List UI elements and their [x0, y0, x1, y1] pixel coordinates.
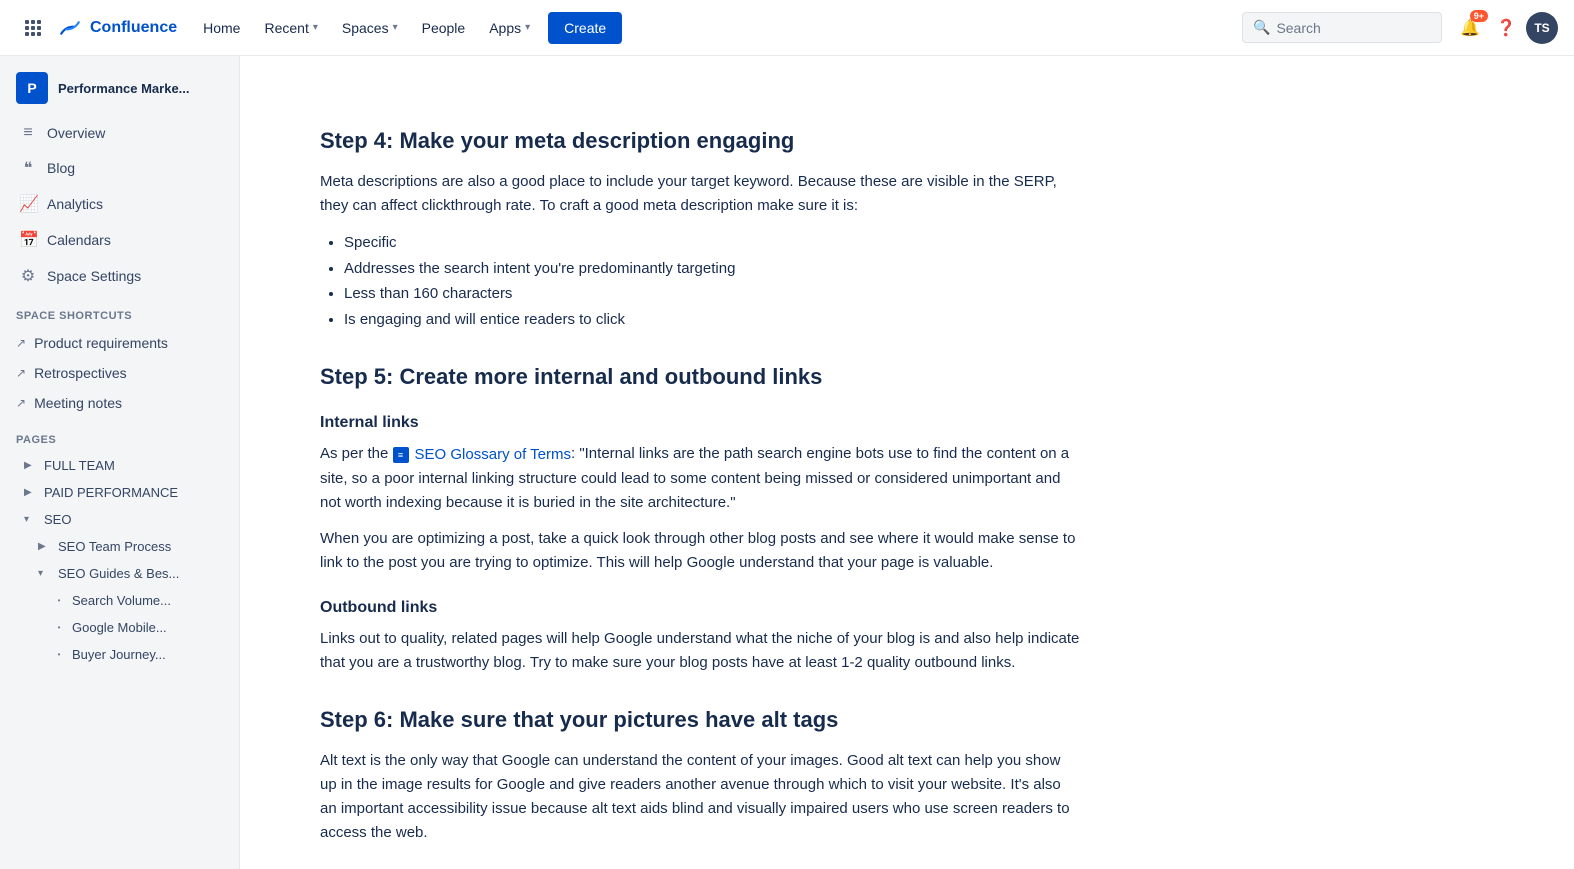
search-box[interactable]: 🔍 Search — [1242, 12, 1442, 43]
list-item: Addresses the search intent you're predo… — [344, 256, 1080, 282]
space-name: Performance Marke... — [58, 81, 190, 96]
calendars-icon: 📅 — [19, 230, 37, 250]
page-seo-guides[interactable]: ▾ SEO Guides & Bes... — [0, 560, 239, 587]
notification-badge: 9+ — [1470, 10, 1488, 22]
page-search-volume[interactable]: • Search Volume... — [0, 587, 239, 614]
seo-chevron: ▾ — [24, 514, 38, 525]
settings-icon: ⚙ — [19, 266, 37, 286]
seo-team-process-chevron: ▶ — [38, 541, 52, 552]
shortcut-meeting-notes[interactable]: ↗ Meeting notes — [0, 388, 239, 418]
apps-chevron: ▾ — [525, 22, 530, 33]
list-item: Is engaging and will entice readers to c… — [344, 307, 1080, 333]
page-seo[interactable]: ▾ SEO — [0, 506, 239, 533]
search-icon: 🔍 — [1253, 19, 1270, 36]
seo-glossary-link[interactable]: ≡ SEO Glossary of Terms — [393, 443, 571, 467]
confluence-logo[interactable]: Confluence — [56, 14, 177, 42]
pages-section-label: PAGES — [0, 418, 239, 452]
page-seo-team-process[interactable]: ▶ SEO Team Process — [0, 533, 239, 560]
outbound-links-body: Links out to quality, related pages will… — [320, 627, 1080, 675]
notification-button[interactable]: 🔔 9+ — [1454, 12, 1486, 44]
shortcuts-section-label: SPACE SHORTCUTS — [0, 294, 239, 328]
seo-guides-chevron: ▾ — [38, 568, 52, 579]
step4-heading: Step 4: Make your meta description engag… — [320, 128, 1080, 154]
step6-heading: Step 6: Make sure that your pictures hav… — [320, 707, 1080, 733]
external-link-icon-1: ↗ — [16, 336, 26, 350]
analytics-icon: 📈 — [19, 194, 37, 214]
topnav: Confluence Home Recent ▾ Spaces ▾ People… — [0, 0, 1574, 56]
create-button[interactable]: Create — [548, 12, 622, 44]
shortcut-retrospectives[interactable]: ↗ Retrospectives — [0, 358, 239, 388]
bullet-1: • — [52, 596, 66, 605]
overview-icon: ≡ — [19, 124, 37, 142]
step4-list: Specific Addresses the search intent you… — [344, 230, 1080, 332]
space-header[interactable]: P Performance Marke... — [0, 56, 239, 116]
help-button[interactable]: ❓ — [1490, 12, 1522, 44]
sidebar-item-blog[interactable]: ❝ Blog — [0, 150, 239, 186]
nav-home[interactable]: Home — [193, 14, 250, 42]
sidebar-item-overview[interactable]: ≡ Overview — [0, 116, 239, 150]
sidebar-item-calendars[interactable]: 📅 Calendars — [0, 222, 239, 258]
list-item: Less than 160 characters — [344, 281, 1080, 307]
page-full-team[interactable]: ▶ FULL TEAM — [0, 452, 239, 479]
page-paid-performance[interactable]: ▶ PAID PERFORMANCE — [0, 479, 239, 506]
nav-spaces[interactable]: Spaces ▾ — [332, 14, 408, 42]
external-link-icon-3: ↗ — [16, 396, 26, 410]
bullet-3: • — [52, 650, 66, 659]
bullet-2: • — [52, 623, 66, 632]
step4-intro: Meta descriptions are also a good place … — [320, 170, 1080, 218]
content-body: Step 4: Make your meta description engag… — [320, 128, 1080, 845]
nav-apps[interactable]: Apps ▾ — [479, 14, 540, 42]
nav-icon-group: 🔔 9+ ❓ TS — [1454, 12, 1558, 44]
sidebar: P Performance Marke... ≡ Overview ❝ Blog… — [0, 56, 240, 869]
full-team-chevron: ▶ — [24, 460, 38, 471]
logo-text: Confluence — [90, 19, 177, 37]
paid-performance-chevron: ▶ — [24, 487, 38, 498]
outbound-links-heading: Outbound links — [320, 599, 1080, 617]
apps-grid-icon[interactable] — [16, 12, 48, 44]
recent-chevron: ▾ — [313, 22, 318, 33]
page-google-mobile[interactable]: • Google Mobile... — [0, 614, 239, 641]
internal-links-body: When you are optimizing a post, take a q… — [320, 527, 1080, 575]
page-buyer-journey[interactable]: • Buyer Journey... — [0, 641, 239, 668]
internal-links-para: As per the ≡ SEO Glossary of Terms : "In… — [320, 442, 1080, 515]
page-layout: P Performance Marke... ≡ Overview ❝ Blog… — [0, 0, 1574, 869]
step5-heading: Step 5: Create more internal and outboun… — [320, 364, 1080, 390]
spaces-chevron: ▾ — [393, 22, 398, 33]
user-avatar[interactable]: TS — [1526, 12, 1558, 44]
nav-people[interactable]: People — [412, 14, 476, 42]
sidebar-item-analytics[interactable]: 📈 Analytics — [0, 186, 239, 222]
internal-links-heading: Internal links — [320, 414, 1080, 432]
search-placeholder: Search — [1276, 20, 1320, 36]
blog-icon: ❝ — [19, 158, 37, 178]
main-content: Step 4: Make your meta description engag… — [240, 56, 1440, 869]
nav-recent[interactable]: Recent ▾ — [254, 14, 327, 42]
external-link-icon-2: ↗ — [16, 366, 26, 380]
page-icon: ≡ — [393, 447, 409, 463]
list-item: Specific — [344, 230, 1080, 256]
step6-body: Alt text is the only way that Google can… — [320, 749, 1080, 845]
sidebar-item-space-settings[interactable]: ⚙ Space Settings — [0, 258, 239, 294]
shortcut-product-requirements[interactable]: ↗ Product requirements — [0, 328, 239, 358]
space-icon: P — [16, 72, 48, 104]
